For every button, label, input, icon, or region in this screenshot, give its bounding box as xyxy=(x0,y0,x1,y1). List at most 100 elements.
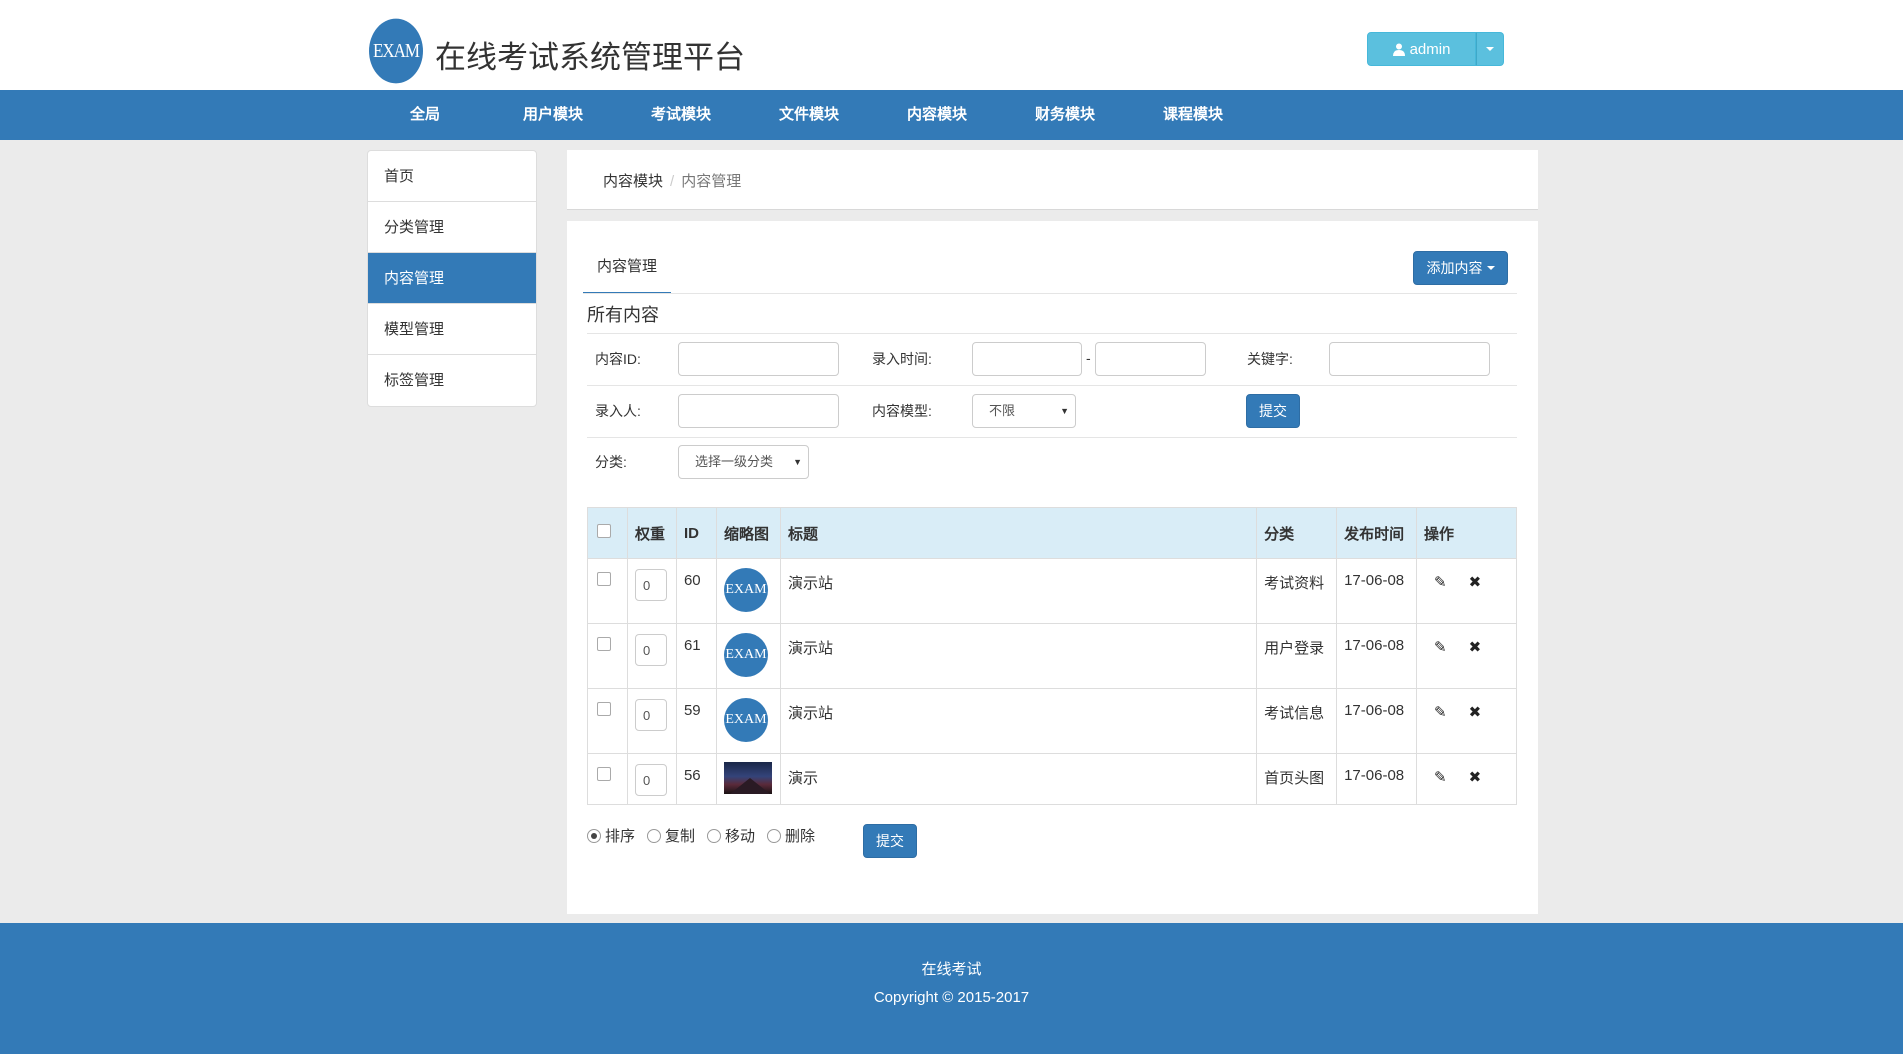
row-checkbox[interactable] xyxy=(597,637,611,651)
sidebar-item-content[interactable]: 内容管理 xyxy=(368,253,536,304)
model-label: 内容模型: xyxy=(872,403,932,419)
tab-content-management[interactable]: 内容管理 xyxy=(583,249,672,294)
bulk-action-group: 排序 复制 移动 删除 xyxy=(587,825,827,846)
weight-input[interactable]: 0 xyxy=(634,764,667,796)
row-id: 56 xyxy=(675,753,717,805)
radio-button[interactable] xyxy=(767,828,782,843)
section-title: 所有内容 xyxy=(587,305,659,325)
category-select[interactable]: 选择一级分类 ▼ xyxy=(678,445,809,479)
main-panel: 内容管理 添加内容 所有内容 内容ID: 录入时间: - 关键字: 录入人: 内… xyxy=(567,221,1538,914)
radio-move[interactable]: 移动 xyxy=(707,825,755,846)
nav-item-global[interactable]: 全局 xyxy=(410,90,440,140)
column-header: 分类 xyxy=(1256,507,1338,559)
column-header: 发布时间 xyxy=(1336,507,1417,559)
breadcrumb-separator: / xyxy=(670,173,675,190)
logo-text: EXAM xyxy=(372,39,420,62)
user-dropdown-toggle[interactable] xyxy=(1476,32,1504,66)
row-checkbox[interactable] xyxy=(597,572,611,586)
radio-label: 复制 xyxy=(665,828,696,845)
row-date: 17-06-08 xyxy=(1336,753,1417,805)
row-category: 用户登录 xyxy=(1256,623,1338,689)
breadcrumb-panel: 内容模块 / 内容管理 xyxy=(567,150,1538,210)
row-category: 首页头图 xyxy=(1256,753,1338,805)
radio-button[interactable] xyxy=(587,828,601,843)
thumbnail-logo-text: EXAM xyxy=(725,712,767,727)
user-button[interactable]: admin xyxy=(1367,32,1476,66)
site-header: EXAM 在线考试系统管理平台 admin xyxy=(0,0,1903,90)
row-title[interactable]: 演示站 xyxy=(779,623,1258,689)
column-header: 操作 xyxy=(1416,507,1517,559)
thumbnail-exam-logo: EXAM xyxy=(723,698,768,742)
delete-icon[interactable]: ✖ xyxy=(1469,770,1482,785)
entry-time-end-input[interactable] xyxy=(1095,342,1206,376)
thumbnail-exam-logo: EXAM xyxy=(723,568,768,612)
author-input[interactable] xyxy=(678,394,839,428)
filter-submit-button[interactable]: 提交 xyxy=(1246,394,1300,428)
radio-button[interactable] xyxy=(647,828,662,843)
select-arrow-icon: ▼ xyxy=(793,457,802,467)
site-title: 在线考试系统管理平台 xyxy=(435,40,745,76)
table-row: 0 59 EXAM 演示站 考试信息 17-06-08 ✎ ✖ xyxy=(587,688,1517,754)
column-header: 缩略图 xyxy=(715,507,781,559)
date-separator: - xyxy=(1086,350,1091,366)
filter-row-2: 录入人: 内容模型: 不限 ▼ 提交 xyxy=(587,385,1517,437)
radio-button[interactable] xyxy=(707,828,722,843)
row-checkbox[interactable] xyxy=(597,767,611,781)
thumbnail-mountain-photo xyxy=(723,762,772,794)
entry-time-label: 录入时间: xyxy=(872,351,932,367)
delete-icon[interactable]: ✖ xyxy=(1469,640,1482,655)
column-header: 标题 xyxy=(779,507,1258,559)
weight-input[interactable]: 0 xyxy=(634,569,667,601)
category-select-value: 选择一级分类 xyxy=(695,454,774,469)
nav-item-exam-module[interactable]: 考试模块 xyxy=(651,90,711,140)
radio-delete[interactable]: 删除 xyxy=(767,825,815,846)
exam-logo[interactable]: EXAM xyxy=(369,18,423,84)
edit-icon[interactable]: ✎ xyxy=(1434,575,1447,590)
sidebar-item-model[interactable]: 模型管理 xyxy=(368,304,536,355)
radio-sort[interactable]: 排序 xyxy=(587,825,635,846)
breadcrumb-parent[interactable]: 内容模块 xyxy=(603,173,663,190)
nav-item-content-module[interactable]: 内容模块 xyxy=(907,90,967,140)
sidebar: 首页 分类管理 内容管理 模型管理 标签管理 xyxy=(367,150,537,407)
row-title[interactable]: 演示 xyxy=(779,753,1258,805)
filter-row-1: 内容ID: 录入时间: - 关键字: xyxy=(587,333,1517,385)
radio-copy[interactable]: 复制 xyxy=(647,825,695,846)
radio-label: 移动 xyxy=(725,828,756,845)
radio-label: 排序 xyxy=(605,828,636,845)
breadcrumb-current: 内容管理 xyxy=(681,173,742,190)
content-id-label: 内容ID: xyxy=(595,351,641,367)
model-select-value: 不限 xyxy=(989,403,1016,418)
column-header: ID xyxy=(675,507,717,559)
sidebar-item-tag[interactable]: 标签管理 xyxy=(368,355,536,406)
sidebar-item-home[interactable]: 首页 xyxy=(368,151,536,202)
bulk-submit-button[interactable]: 提交 xyxy=(863,824,917,858)
table-row: 0 56 演示 首页头图 17-06-08 ✎ ✖ xyxy=(587,753,1517,805)
nav-item-file-module[interactable]: 文件模块 xyxy=(779,90,839,140)
content-table: 权重 ID 缩略图 标题 分类 发布时间 操作 0 60 EXAM 演示站 考试… xyxy=(587,507,1517,805)
model-select[interactable]: 不限 ▼ xyxy=(972,394,1076,428)
select-all-checkbox[interactable] xyxy=(597,524,611,538)
delete-icon[interactable]: ✖ xyxy=(1469,575,1482,590)
keyword-input[interactable] xyxy=(1329,342,1490,376)
weight-input[interactable]: 0 xyxy=(634,699,667,731)
delete-icon[interactable]: ✖ xyxy=(1469,705,1482,720)
sidebar-item-category[interactable]: 分类管理 xyxy=(368,202,536,253)
nav-item-user-module[interactable]: 用户模块 xyxy=(523,90,583,140)
select-all-cell xyxy=(587,507,628,559)
add-content-button[interactable]: 添加内容 xyxy=(1413,251,1508,285)
edit-icon[interactable]: ✎ xyxy=(1434,705,1447,720)
weight-input[interactable]: 0 xyxy=(634,634,667,666)
chevron-down-icon xyxy=(1486,47,1494,51)
nav-item-finance-module[interactable]: 财务模块 xyxy=(1035,90,1095,140)
user-menu: admin xyxy=(1367,32,1504,66)
row-id: 61 xyxy=(675,623,717,689)
author-label: 录入人: xyxy=(595,403,641,419)
row-title[interactable]: 演示站 xyxy=(779,688,1258,754)
entry-time-start-input[interactable] xyxy=(972,342,1082,376)
nav-item-course-module[interactable]: 课程模块 xyxy=(1163,90,1223,140)
row-title[interactable]: 演示站 xyxy=(779,558,1258,624)
edit-icon[interactable]: ✎ xyxy=(1434,770,1447,785)
content-id-input[interactable] xyxy=(678,342,839,376)
row-checkbox[interactable] xyxy=(597,702,611,716)
edit-icon[interactable]: ✎ xyxy=(1434,640,1447,655)
